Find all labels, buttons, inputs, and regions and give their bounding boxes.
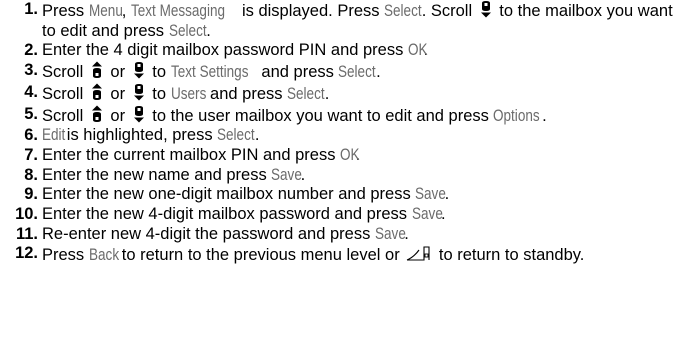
- step-text-run: to return to standby.: [434, 246, 585, 265]
- step-number: 7.: [24, 145, 38, 164]
- key-label: Menu: [88, 2, 123, 20]
- step-text: Enter the current mailbox PIN and press …: [42, 146, 360, 164]
- step-text-run: Enter the 4 digit mailbox password PIN a…: [42, 41, 408, 60]
- step-text: Enter the 4 digit mailbox password PIN a…: [42, 41, 428, 59]
- step-text-run: Enter the new one-digit mailbox number a…: [42, 185, 416, 204]
- step-text-run: Press: [42, 246, 89, 265]
- step-text-run: .: [542, 106, 547, 125]
- step-text: Scroll or to the user mailbox you want t…: [42, 105, 547, 125]
- key-label: Text Settings: [170, 63, 249, 82]
- step-text-run: and press: [256, 63, 339, 82]
- scroll-up-icon: [90, 83, 104, 101]
- step-text-run: and press: [205, 84, 288, 103]
- step-number: 12.: [15, 244, 38, 263]
- scroll-down-icon: [132, 83, 146, 101]
- step-number: 3.: [24, 61, 38, 80]
- scroll-down-icon: [132, 61, 146, 79]
- key-label: Select: [338, 63, 377, 82]
- step-text: Re-enter new 4-digit the password and pr…: [42, 225, 409, 243]
- key-label: OK: [407, 41, 428, 60]
- step-text-run: .: [324, 84, 330, 103]
- step-text-run: Press: [42, 2, 89, 20]
- key-label: Text Messaging: [130, 2, 225, 20]
- end-call-icon: [406, 244, 432, 262]
- step-item: 8. Enter the new name and press Save.: [0, 166, 676, 186]
- step-text-run: Enter the current mailbox PIN and press: [42, 145, 341, 164]
- key-label: Select: [384, 2, 422, 20]
- step-text: Press Menu, Text Messaging is displayed.…: [42, 0, 673, 40]
- step-item: 2. Enter the 4 digit mailbox password PIN…: [0, 41, 676, 61]
- step-number: 8.: [24, 165, 38, 184]
- step-number: 5.: [24, 104, 38, 123]
- scroll-down-icon: [479, 0, 493, 18]
- step-text-run: Scroll: [42, 63, 88, 82]
- step-number: 1.: [24, 0, 38, 18]
- step-text-run: or: [105, 84, 130, 103]
- step-item: 9. Enter the new one-digit mailbox number…: [0, 185, 676, 205]
- key-label: Select: [217, 126, 255, 145]
- key-label: Options: [493, 106, 541, 125]
- step-number: 10.: [15, 205, 38, 224]
- key-label: Save: [415, 185, 447, 204]
- step-text: Enter the new name and press Save.: [42, 166, 305, 184]
- step-number: 6.: [24, 126, 38, 145]
- step-text-run: to: [147, 63, 171, 82]
- step-item: 12. Press Back to return to the previous …: [0, 244, 676, 266]
- key-label: Save: [374, 224, 406, 243]
- step-item: 5. Scroll or to the user mailbox you want…: [0, 105, 676, 127]
- step-number: 2.: [24, 41, 38, 60]
- step-item: 7. Enter the current mailbox PIN and pres…: [0, 146, 676, 166]
- step-text: Press Back to return to the previous men…: [42, 246, 584, 264]
- step-text-run: ,: [121, 2, 131, 20]
- instruction-list: 1. Press Menu, Text Messaging is displaye…: [0, 0, 676, 266]
- step-text-run: to return to the previous menu level or: [117, 246, 405, 265]
- step-number: 9.: [24, 185, 38, 204]
- step-item: 6. Edit is highlighted, press Select.: [0, 126, 676, 146]
- step-text: Scroll or to Users and press Select.: [42, 83, 330, 103]
- step-text-run: to: [147, 84, 171, 103]
- step-text-run: .: [376, 63, 381, 82]
- step-text-run: or: [105, 106, 130, 125]
- step-text: Enter the new one-digit mailbox number a…: [42, 185, 449, 203]
- step-text: Edit is highlighted, press Select.: [42, 126, 259, 144]
- step-text-run: . Scroll: [421, 2, 477, 20]
- key-label: Save: [271, 165, 303, 184]
- step-item: 1. Press Menu, Text Messaging is displaye…: [0, 0, 676, 41]
- step-text-run: Re-enter new 4-digit the password and pr…: [42, 224, 375, 243]
- key-label: Select: [287, 84, 325, 103]
- step-item: 10. Enter the new 4-digit mailbox passwor…: [0, 205, 676, 225]
- step-number: 4.: [24, 82, 38, 101]
- step-item: 11. Re-enter new 4-digit the password and…: [0, 225, 676, 245]
- key-label: Back: [88, 246, 119, 265]
- key-label: OK: [340, 145, 360, 164]
- key-label: Users: [170, 84, 206, 103]
- step-text-run: is displayed. Press: [237, 2, 385, 20]
- scroll-up-icon: [90, 61, 104, 79]
- step-text-run: Scroll: [42, 84, 88, 103]
- step-text-run: is highlighted, press: [62, 126, 218, 145]
- scroll-up-icon: [90, 105, 104, 123]
- step-text-run: Enter the new name and press: [42, 165, 272, 184]
- step-text: Enter the new 4-digit mailbox password a…: [42, 205, 446, 223]
- key-label: Edit: [42, 126, 66, 145]
- step-text-run: Scroll: [42, 106, 88, 125]
- step-number: 11.: [15, 224, 38, 243]
- step-text-run: to the user mailbox you want to edit and…: [147, 106, 494, 125]
- scroll-down-icon: [132, 105, 146, 123]
- key-label: Select: [168, 21, 207, 40]
- step-text-run: Enter the new 4-digit mailbox password a…: [42, 205, 412, 224]
- step-text-run: or: [105, 63, 130, 82]
- step-item: 4. Scroll or to Users and press Select.: [0, 83, 676, 105]
- step-item: 3. Scroll or to Text Settings and press S…: [0, 61, 676, 83]
- key-label: Save: [411, 205, 443, 224]
- step-text-run: .: [254, 126, 260, 145]
- step-text-run: .: [206, 21, 211, 40]
- step-text: Scroll or to Text Settings and press Sel…: [42, 61, 381, 82]
